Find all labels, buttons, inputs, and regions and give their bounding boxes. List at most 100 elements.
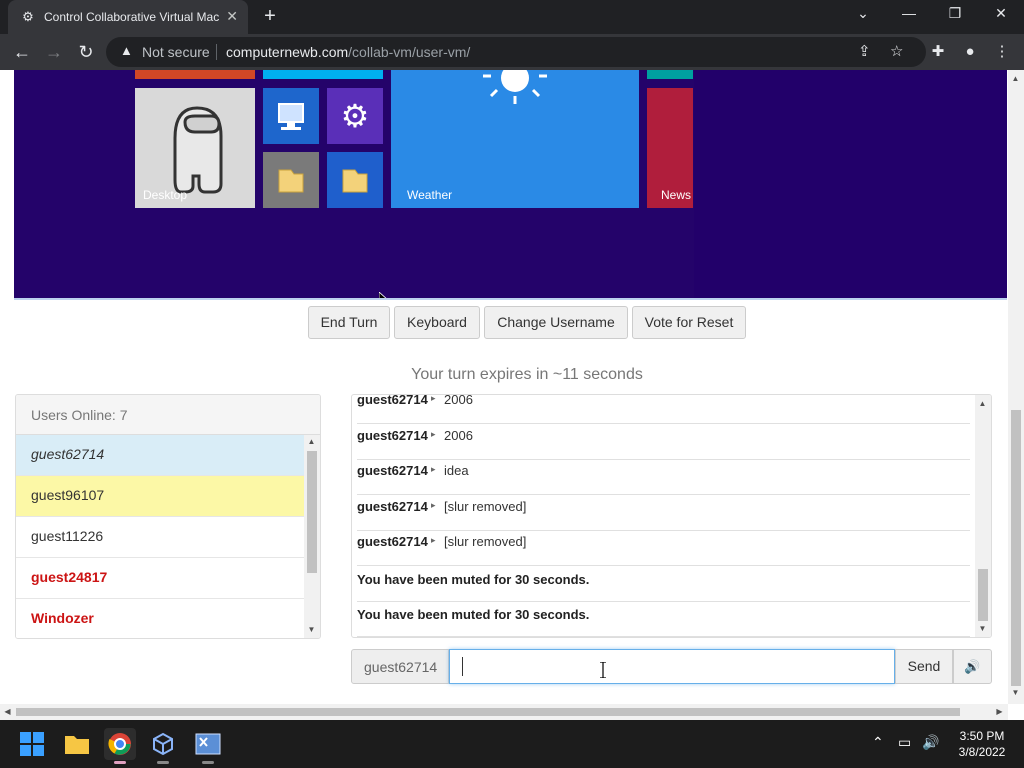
restore-button[interactable]: ❐ (943, 5, 967, 22)
security-status[interactable]: Not secure (142, 44, 210, 60)
tab-search-chevron-icon[interactable]: ⌄ (851, 5, 875, 22)
address-bar[interactable]: ▲ Not secure computernewb.com/collab-vm/… (106, 37, 926, 67)
end-turn-button[interactable]: End Turn (308, 306, 390, 339)
page-vertical-scrollbar[interactable]: ▲ ▼ (1008, 70, 1024, 704)
page-scroll-thumb[interactable] (1011, 410, 1021, 686)
chat-scroll-thumb[interactable] (978, 569, 988, 621)
bookmark-star-icon[interactable]: ☆ (890, 42, 903, 60)
desktop-tile[interactable]: Desktop (135, 88, 255, 208)
volume-icon[interactable]: 🔊 (922, 734, 939, 751)
back-arrow-icon[interactable]: ← (10, 40, 34, 64)
url-host: computernewb.com (226, 44, 349, 60)
file-explorer-taskbar-icon[interactable] (61, 728, 93, 760)
profile-icon[interactable]: ● (958, 40, 982, 64)
skype-tile[interactable] (263, 70, 383, 79)
chat-system-message: You have been muted for 30 seconds. (357, 601, 970, 637)
chat-message: guest62714 ▸ 2006 (357, 424, 970, 460)
users-online-header: Users Online: 7 (16, 395, 320, 435)
user-list-item[interactable]: guest96107 (16, 476, 304, 517)
scroll-down-arrow-icon[interactable]: ▼ (1008, 688, 1023, 697)
chat-input[interactable] (449, 649, 895, 684)
chrome-taskbar-icon[interactable] (104, 728, 136, 764)
volume-speaker-icon[interactable]: 🔊 (953, 649, 992, 684)
message-arrow-icon: ▸ (431, 535, 436, 546)
chat-message-username[interactable]: guest62714 (357, 463, 428, 478)
scroll-down-arrow-icon[interactable]: ▼ (975, 624, 990, 633)
change-username-button[interactable]: Change Username (484, 306, 628, 339)
users-scrollbar[interactable]: ▲ ▼ (304, 435, 320, 638)
virtualbox-taskbar-icon[interactable] (147, 728, 179, 764)
chat-message-username[interactable]: guest62714 (357, 534, 428, 549)
vote-reset-button[interactable]: Vote for Reset (632, 306, 746, 339)
reload-icon[interactable]: ↻ (74, 40, 98, 64)
chat-message: guest62714 ▸ [slur removed] (357, 495, 970, 531)
chat-message-username[interactable]: guest62714 (357, 499, 428, 514)
taskbar-clock[interactable]: 3:50 PM 3/8/2022 (950, 728, 1014, 760)
folder-icon (342, 169, 368, 193)
chat-username-label: guest62714 (351, 649, 449, 684)
keyboard-button[interactable]: Keyboard (394, 306, 480, 339)
file-explorer-tile-2[interactable] (327, 152, 383, 208)
page-horizontal-scrollbar[interactable]: ◀ ▶ (0, 704, 1008, 720)
chat-message-username[interactable]: guest62714 (357, 428, 428, 443)
forward-arrow-icon[interactable]: → (42, 40, 66, 64)
vm-dark-region (694, 70, 1007, 298)
news-tile[interactable]: News (647, 88, 693, 208)
folder-icon (65, 736, 89, 754)
send-button[interactable]: Send (895, 649, 953, 684)
photos-tile[interactable] (647, 70, 693, 79)
message-arrow-icon: ▸ (431, 464, 436, 475)
user-list-item[interactable]: Windozer (16, 599, 304, 638)
active-app-indicator (114, 761, 126, 764)
new-tab-button[interactable]: + (260, 4, 280, 28)
scroll-down-arrow-icon[interactable]: ▼ (304, 625, 319, 634)
weather-tile-label: Weather (407, 188, 453, 202)
weather-tile[interactable]: Weather (391, 70, 639, 208)
running-app-indicator (202, 761, 214, 764)
chat-scrollbar[interactable]: ▲ ▼ (975, 395, 991, 637)
user-list-item[interactable]: guest62714 (16, 435, 304, 476)
message-arrow-icon: ▸ (431, 428, 436, 439)
scroll-right-arrow-icon[interactable]: ▶ (992, 707, 1007, 716)
scroll-left-arrow-icon[interactable]: ◀ (0, 707, 15, 716)
news-tile-label: News (661, 188, 692, 202)
close-window-button[interactable]: ✕ (989, 5, 1013, 22)
share-icon[interactable]: ⇪ (858, 42, 871, 60)
close-tab-icon[interactable]: ✕ (226, 8, 238, 25)
vm-window-taskbar-icon[interactable] (192, 728, 224, 764)
menu-kebab-icon[interactable]: ⋮ (990, 40, 1014, 64)
chat-message-username[interactable]: guest62714 (357, 395, 428, 407)
chat-message-text: idea (444, 463, 469, 479)
chat-message: guest62714 ▸ 2006 (357, 394, 970, 424)
extensions-puzzle-icon[interactable]: ✚ (926, 40, 950, 64)
file-explorer-tile-1[interactable] (263, 152, 319, 208)
user-list-item[interactable]: guest11226 (16, 517, 304, 558)
people-tile[interactable] (135, 70, 255, 79)
windows-taskbar: ⌃ ▭ 🔊 3:50 PM 3/8/2022 (0, 720, 1024, 768)
vm-display[interactable]: Desktop ⚙ Weather News (14, 70, 1007, 300)
this-pc-tile[interactable] (263, 88, 319, 144)
warning-triangle-icon: ▲ (120, 43, 133, 58)
browser-tab[interactable]: ⚙ Control Collaborative Virtual Mac ✕ (8, 0, 248, 34)
url-text[interactable]: computernewb.com/collab-vm/user-vm/ (226, 44, 470, 60)
scroll-up-arrow-icon[interactable]: ▲ (975, 399, 990, 408)
chat-message: guest62714 ▸ [slur removed] (357, 530, 970, 567)
minimize-button[interactable]: — (897, 5, 921, 21)
user-list-item[interactable]: guest24817 (16, 558, 304, 599)
scroll-up-arrow-icon[interactable]: ▲ (304, 437, 319, 446)
chat-message-text: 2006 (444, 394, 473, 407)
users-scroll-thumb[interactable] (307, 451, 317, 573)
tray-chevron-up-icon[interactable]: ⌃ (872, 734, 884, 751)
message-arrow-icon: ▸ (431, 394, 436, 403)
chrome-logo-icon (108, 733, 131, 755)
start-button[interactable] (16, 728, 48, 760)
scroll-up-arrow-icon[interactable]: ▲ (1008, 74, 1023, 83)
network-icon[interactable]: ▭ (898, 734, 911, 751)
page-hscroll-thumb[interactable] (16, 708, 960, 716)
chat-message: guest62714 ▸ idea (357, 459, 970, 496)
settings-tile[interactable]: ⚙ (327, 88, 383, 144)
address-divider (216, 44, 217, 60)
ibeam-cursor-icon (600, 662, 606, 678)
collabvm-favicon-icon: ⚙ (22, 9, 34, 24)
users-online-panel: Users Online: 7 guest62714 guest96107 gues… (15, 394, 321, 639)
